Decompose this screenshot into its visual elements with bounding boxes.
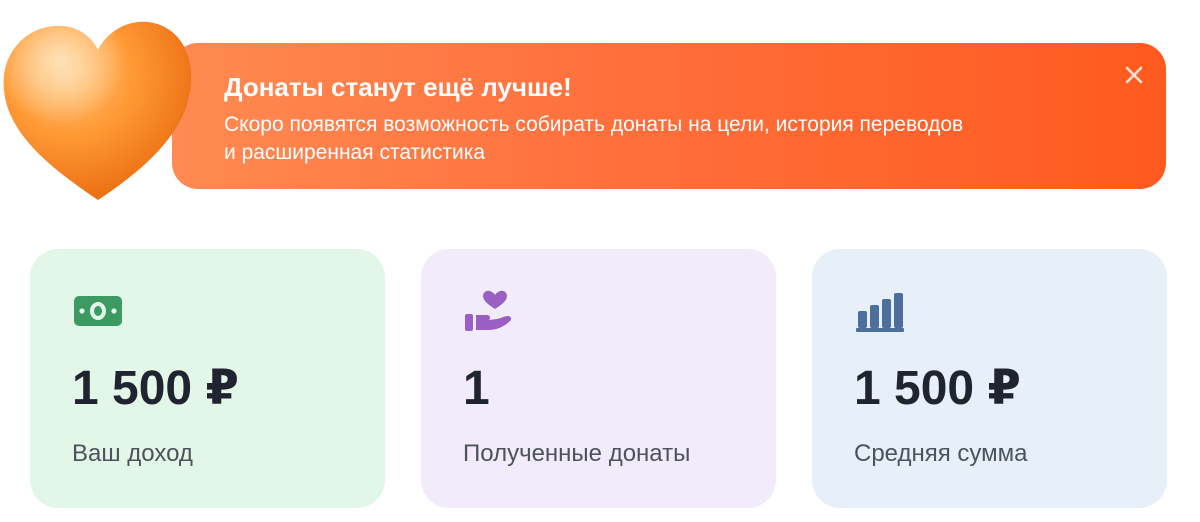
money-icon [74,296,122,326]
banner-text: Скоро появятся возможность собирать дона… [224,111,1084,167]
average-value: 1 500 ₽ [854,362,1021,415]
hand-heart-icon [465,290,512,331]
banner-text-line-2: и расширенная статистика [224,141,486,164]
income-value: 1 500 ₽ [72,362,239,415]
close-icon [1125,66,1143,84]
stat-card-income: 1 500 ₽ Ваш доход [30,249,385,508]
income-label: Ваш доход [72,440,193,467]
donations-count-value: 1 [463,362,490,415]
close-banner-button[interactable] [1120,61,1148,89]
banner-text-line-1: Скоро появятся возможность собирать дона… [224,113,964,136]
donations-page: Донаты станут ещё лучше! Скоро появятся … [0,0,1200,522]
banner-title: Донаты станут ещё лучше! [224,72,572,102]
announcement-banner: Донаты станут ещё лучше! Скоро появятся … [172,43,1166,189]
average-label: Средняя сумма [854,440,1028,467]
heart-icon [3,21,192,201]
stat-card-average: 1 500 ₽ Средняя сумма [812,249,1167,508]
donations-count-label: Полученные донаты [463,440,691,467]
stat-card-donations: 1 Полученные донаты [421,249,776,508]
bar-chart-icon [856,293,904,332]
